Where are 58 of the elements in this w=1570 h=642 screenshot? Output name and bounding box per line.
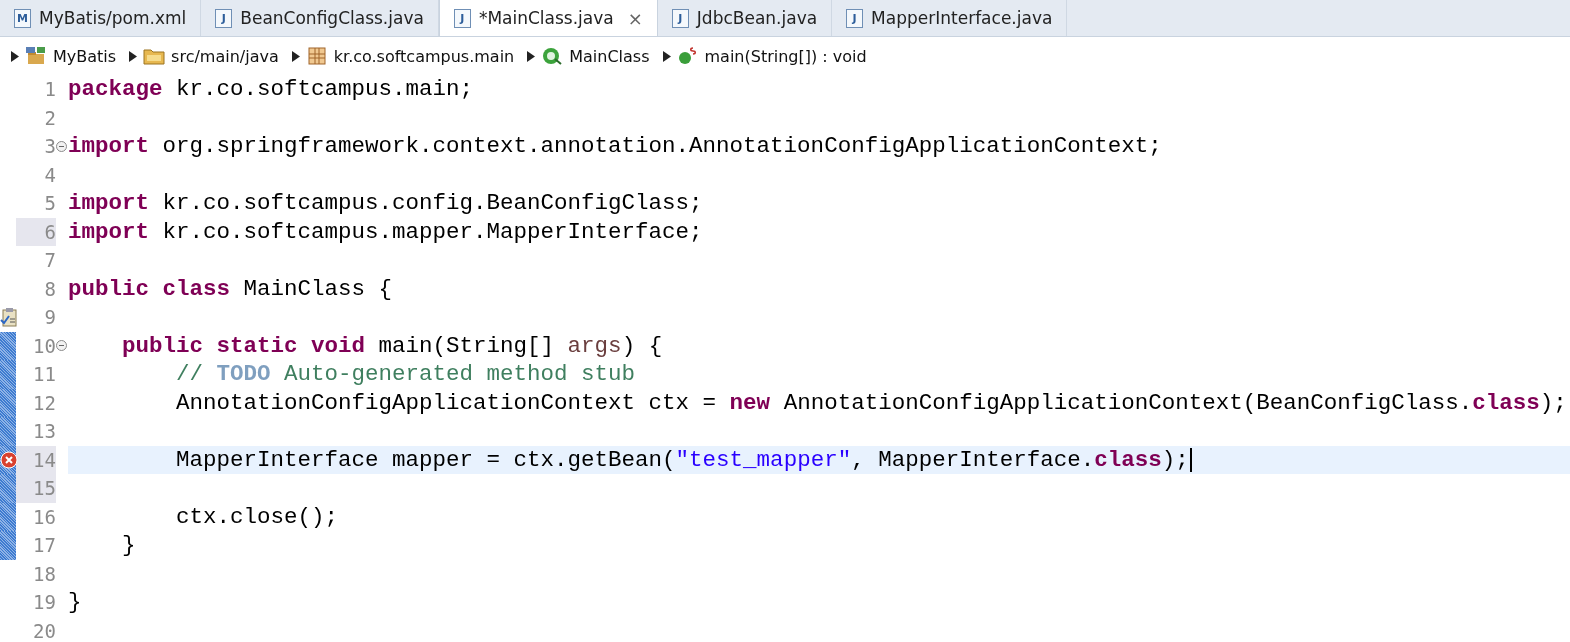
file-icon: J (215, 8, 233, 28)
chevron-icon (526, 50, 536, 62)
file-icon: J (671, 8, 689, 28)
code-line: MapperInterface mapper = ctx.getBean("test_mapper", MapperInterface.class); (68, 446, 1192, 473)
line-number: 10 (32, 333, 56, 359)
code-line: AnnotationConfigApplicationContext ctx = new AnnotationConfigApplicationContext(BeanConfigClass.class); (175, 389, 1567, 416)
line-number: 19 (32, 590, 56, 616)
code-line: import kr.co.softcampus.mapper.MapperInterface; (68, 218, 703, 245)
project-icon (25, 46, 47, 66)
chevron-icon (10, 50, 19, 62)
chevron-icon (661, 50, 671, 62)
code-line: package kr.co.softcampus.main; (68, 76, 474, 103)
line-number: 16 (32, 504, 56, 530)
code-line: ctx.close(); (175, 503, 339, 530)
line-number: 11 (32, 362, 56, 388)
line-number: 8 (43, 276, 56, 302)
line-number: 20 (32, 618, 56, 642)
method-icon (676, 46, 699, 66)
breadcrumb-item[interactable]: kr.co.softcampus.main (333, 46, 515, 66)
line-number: 14 (16, 445, 56, 474)
line-number: 7 (43, 248, 56, 274)
line-number: 6 (16, 217, 56, 246)
code-line: } (121, 532, 136, 559)
line-number: 13 (32, 419, 56, 445)
code-line: import kr.co.softcampus.config.BeanConfigClass; (68, 190, 703, 217)
line-number: 17 (32, 533, 56, 559)
code-line: } (68, 589, 82, 616)
chevron-icon (128, 50, 138, 62)
line-number: 9 (43, 305, 56, 331)
line-number: 3 (43, 134, 56, 160)
chevron-icon (290, 50, 300, 62)
code-line: import org.springframework.context.annotation.AnnotationConfigApplicationContext; (68, 133, 1162, 160)
breadcrumb-item[interactable]: src/main/java (171, 46, 279, 66)
line-number: 2 (43, 105, 56, 131)
class-icon (541, 46, 564, 66)
code-line: public static void main(String[] args) { (121, 332, 663, 359)
line-number: 5 (43, 191, 56, 217)
line-number: 18 (32, 561, 56, 587)
line-number: 4 (43, 162, 56, 188)
package-icon (305, 46, 328, 66)
folder-icon (143, 46, 166, 66)
close-icon[interactable]: × (627, 7, 643, 29)
breadcrumb-item[interactable]: MainClass (569, 46, 650, 66)
task-icon (0, 307, 18, 328)
line-number: 15 (16, 474, 56, 503)
file-icon: J (846, 8, 864, 28)
code-line: // TODO Auto-generated method stub (175, 361, 636, 388)
code-line: public class MainClass { (68, 275, 393, 302)
collapse-icon[interactable] (56, 340, 67, 352)
line-number: 1 (43, 77, 56, 103)
error-icon (0, 450, 18, 469)
breadcrumb-item[interactable]: main(String[]) : void (704, 46, 867, 66)
line-number: 12 (32, 390, 56, 416)
file-icon: M (14, 8, 31, 28)
collapse-icon[interactable] (56, 140, 67, 152)
breadcrumb-item[interactable]: MyBatis (53, 46, 117, 66)
file-icon: J (453, 8, 471, 28)
editor-tab[interactable]: J *MainClass.java × (438, 0, 658, 36)
